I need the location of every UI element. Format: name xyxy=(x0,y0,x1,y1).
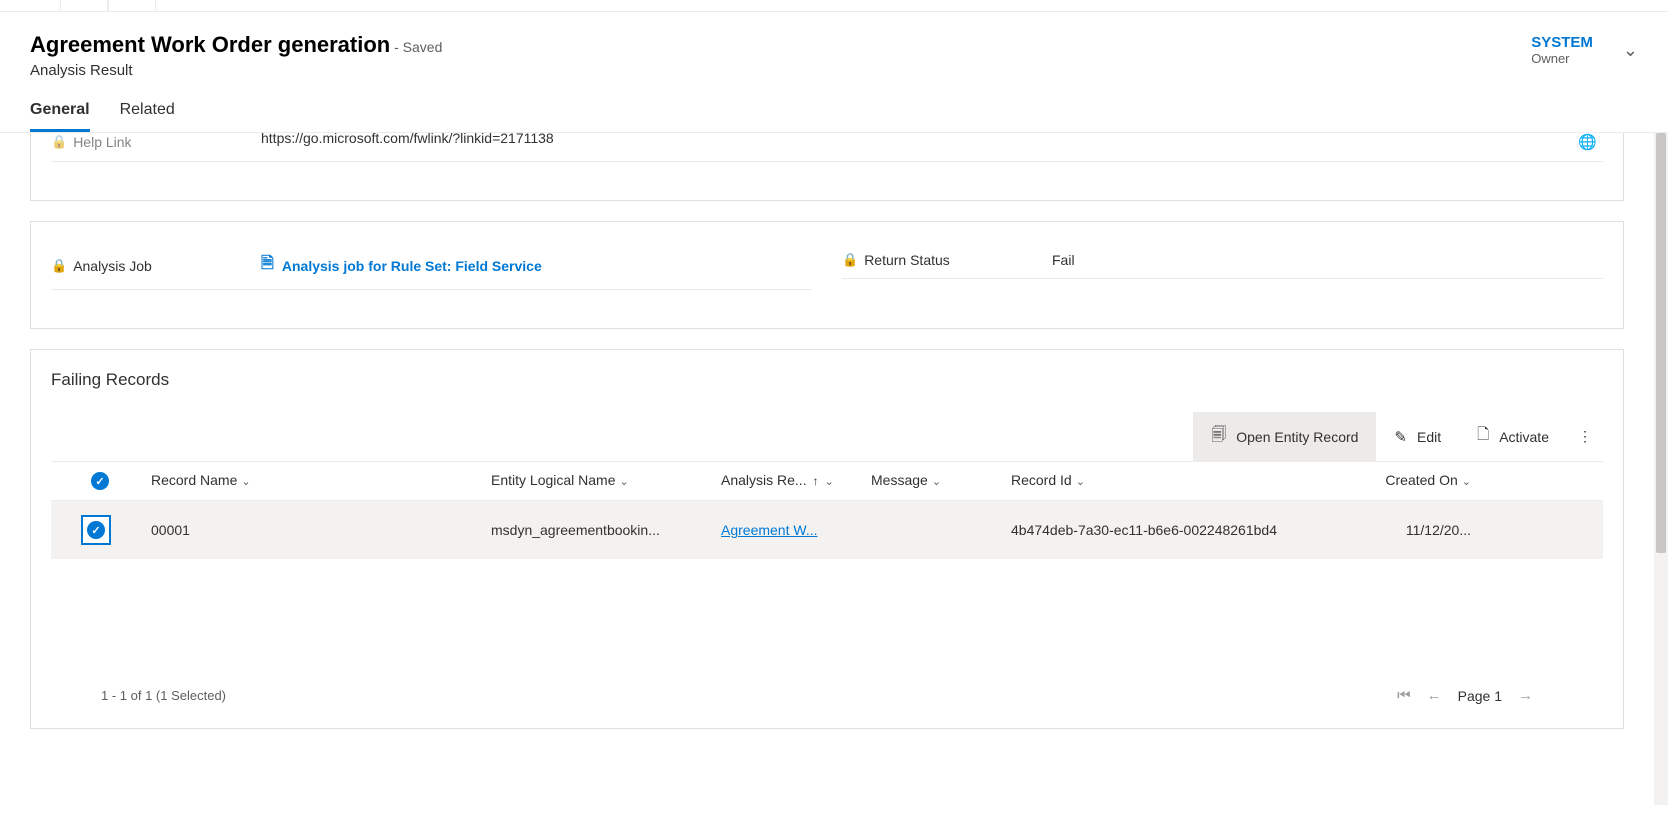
column-record-name[interactable]: Record Name⌄ xyxy=(151,472,491,490)
help-link-card: 🔒 Help Link https://go.microsoft.com/fwl… xyxy=(30,133,1624,201)
grid-header: ✓ Record Name⌄ Entity Logical Name⌄ Anal… xyxy=(51,462,1603,501)
column-analysis-result[interactable]: Analysis Re...↑⌄ xyxy=(721,472,871,490)
cell-record-name: 00001 xyxy=(151,522,491,538)
chevron-down-icon: ⌄ xyxy=(620,476,629,488)
globe-icon[interactable]: 🌐 xyxy=(1578,133,1603,151)
chevron-down-icon[interactable]: ⌄ xyxy=(1623,34,1638,61)
failing-records-section: Failing Records 🗐 Open Entity Record ✎ E… xyxy=(30,349,1624,729)
help-link-value[interactable]: https://go.microsoft.com/fwlink/?linkid=… xyxy=(261,133,1578,146)
activate-button[interactable]: 🗋 Activate xyxy=(1459,412,1567,461)
chevron-down-icon: ⌄ xyxy=(1462,476,1471,488)
cell-created-on: 11/12/20... xyxy=(1361,522,1471,538)
cell-entity: msdyn_agreementbookin... xyxy=(491,522,721,538)
more-vertical-icon: ⋮ xyxy=(1578,428,1592,445)
select-all-checkbox[interactable]: ✓ xyxy=(91,472,109,490)
activate-icon: 🗋 xyxy=(1477,424,1489,449)
saved-status: - Saved xyxy=(394,39,442,55)
chevron-down-icon: ⌄ xyxy=(932,476,941,488)
next-page-icon[interactable]: → xyxy=(1518,687,1533,704)
form-content: 🔒 Help Link https://go.microsoft.com/fwl… xyxy=(0,133,1668,805)
failing-records-title: Failing Records xyxy=(51,370,1603,390)
help-link-label: Help Link xyxy=(73,134,131,150)
grid-footer: 1 - 1 of 1 (1 Selected) ⏮ ← Page 1 → xyxy=(61,669,1573,704)
lock-icon: 🔒 xyxy=(51,134,67,150)
analysis-job-link[interactable]: 🗎 Analysis job for Rule Set: Field Servi… xyxy=(261,252,812,279)
tab-related[interactable]: Related xyxy=(120,101,175,132)
previous-page-icon[interactable]: ← xyxy=(1427,687,1442,704)
row-checkbox[interactable]: ✓ xyxy=(81,515,111,545)
sort-ascending-icon: ↑ xyxy=(813,474,819,488)
cell-analysis-link[interactable]: Agreement W... xyxy=(721,522,817,538)
scrollbar-track[interactable] xyxy=(1654,133,1668,805)
chevron-down-icon: ⌄ xyxy=(825,476,834,488)
document-icon: 🗎 xyxy=(261,252,274,279)
page-title: Agreement Work Order generation xyxy=(30,32,390,57)
entity-subtitle: Analysis Result xyxy=(30,62,442,79)
column-created-on[interactable]: Created On⌄ xyxy=(1361,472,1471,490)
analysis-card: 🔒 Analysis Job 🗎 Analysis job for Rule S… xyxy=(30,221,1624,329)
pencil-icon: ✎ xyxy=(1394,428,1407,446)
chevron-down-icon: ⌄ xyxy=(1076,476,1085,488)
column-entity-logical-name[interactable]: Entity Logical Name⌄ xyxy=(491,472,721,490)
cell-record-id: 4b474deb-7a30-ec11-b6e6-002248261bd4 xyxy=(1011,522,1361,538)
owner-block[interactable]: SYSTEM Owner xyxy=(1531,34,1593,66)
owner-label: Owner xyxy=(1531,51,1593,66)
record-count: 1 - 1 of 1 (1 Selected) xyxy=(101,688,226,703)
return-status-value: Fail xyxy=(1052,252,1603,268)
window-tabs-strip xyxy=(0,0,1668,12)
pager: ⏮ ← Page 1 → xyxy=(1397,687,1533,704)
page-number: Page 1 xyxy=(1458,688,1502,704)
return-status-label: Return Status xyxy=(864,252,950,268)
lock-icon: 🔒 xyxy=(842,252,858,268)
edit-button[interactable]: ✎ Edit xyxy=(1376,412,1459,461)
subgrid-toolbar: 🗐 Open Entity Record ✎ Edit 🗋 Activate ⋮ xyxy=(51,412,1603,462)
column-message[interactable]: Message⌄ xyxy=(871,472,1011,490)
column-record-id[interactable]: Record Id⌄ xyxy=(1011,472,1361,490)
open-entity-record-button[interactable]: 🗐 Open Entity Record xyxy=(1193,412,1376,461)
form-tabs: General Related xyxy=(0,79,1668,133)
owner-value: SYSTEM xyxy=(1531,34,1593,51)
lock-icon: 🔒 xyxy=(51,258,67,274)
more-commands-button[interactable]: ⋮ xyxy=(1567,412,1603,461)
scrollbar-thumb[interactable] xyxy=(1656,133,1666,553)
form-header: Agreement Work Order generation - Saved … xyxy=(0,12,1668,79)
tab-general[interactable]: General xyxy=(30,101,90,132)
table-row[interactable]: ✓ 00001 msdyn_agreementbookin... Agreeme… xyxy=(51,501,1603,559)
chevron-down-icon: ⌄ xyxy=(241,476,250,488)
analysis-job-label: Analysis Job xyxy=(73,258,152,274)
first-page-icon[interactable]: ⏮ xyxy=(1397,687,1411,704)
open-record-icon: 🗐 xyxy=(1211,424,1226,449)
